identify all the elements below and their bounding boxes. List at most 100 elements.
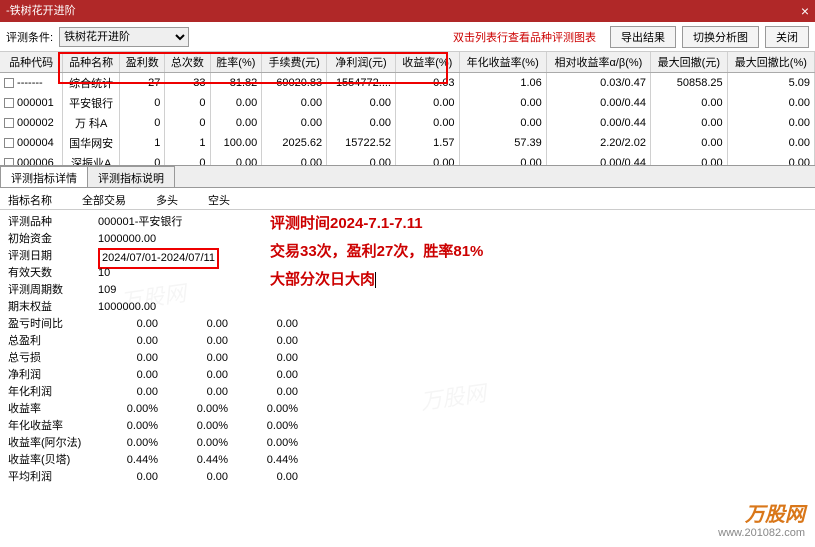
detail-label: 盈亏时间比 xyxy=(8,316,98,333)
titlebar: -铁树花开进阶 × xyxy=(0,0,815,22)
col-name[interactable]: 指标名称 xyxy=(8,192,52,205)
detail-row: 期末权益1000000.00 xyxy=(8,299,807,316)
detail-label: 平均利润 xyxy=(8,469,98,486)
switch-chart-button[interactable]: 切换分析图 xyxy=(682,26,759,48)
col-header[interactable]: 最大回撤(元) xyxy=(650,52,727,73)
col-long[interactable]: 多头 xyxy=(156,192,178,205)
watermark-url: www.201082.com xyxy=(718,527,805,539)
detail-value: 0.00 xyxy=(98,316,168,333)
tab-detail[interactable]: 评测指标详情 xyxy=(0,166,88,187)
close-icon[interactable]: × xyxy=(801,0,809,22)
detail-value: 0.00 xyxy=(168,350,238,367)
col-header[interactable]: 总次数 xyxy=(165,52,210,73)
detail-value: 0.00% xyxy=(238,435,308,452)
table-header-row: 品种代码品种名称盈利数总次数胜率(%)手续费(元)净利润(元)收益率(%)年化收… xyxy=(0,52,815,73)
detail-row: 收益率(阿尔法)0.00%0.00%0.00% xyxy=(8,435,807,452)
detail-value: 0.00 xyxy=(238,350,308,367)
detail-value: 0.00 xyxy=(168,384,238,401)
condition-label: 评测条件: xyxy=(6,29,53,45)
detail-value: 0.00 xyxy=(168,367,238,384)
detail-value: 0.00 xyxy=(98,384,168,401)
detail-label: 评测周期数 xyxy=(8,282,98,299)
detail-row: 年化收益率0.00%0.00%0.00% xyxy=(8,418,807,435)
detail-value: 0.00% xyxy=(238,401,308,418)
detail-row: 年化利润0.000.000.00 xyxy=(8,384,807,401)
detail-value: 0.00 xyxy=(238,367,308,384)
detail-value: 0.44% xyxy=(98,452,168,469)
detail-panel: 评测时间2024-7.1-7.11 交易33次，盈利27次，胜率81% 大部分次… xyxy=(0,210,815,490)
detail-value: 109 xyxy=(98,282,248,299)
detail-value: 0.00 xyxy=(98,333,168,350)
detail-value: 0.00% xyxy=(98,418,168,435)
detail-label: 期末权益 xyxy=(8,299,98,316)
detail-value: 0.00 xyxy=(168,333,238,350)
table-row[interactable]: 000006深振业A000.000.000.000.000.000.00/0.4… xyxy=(0,153,815,166)
annotation-text: 评测时间2024-7.1-7.11 交易33次，盈利27次，胜率81% 大部分次… xyxy=(270,210,483,294)
detail-value: 0.00 xyxy=(238,384,308,401)
col-header[interactable]: 胜率(%) xyxy=(210,52,262,73)
table-row[interactable]: -------综合统计273381.8269020.831554772....0… xyxy=(0,73,815,94)
col-header[interactable]: 手续费(元) xyxy=(262,52,327,73)
grid-area: 品种代码品种名称盈利数总次数胜率(%)手续费(元)净利润(元)收益率(%)年化收… xyxy=(0,52,815,166)
col-header[interactable]: 相对收益率α/β(%) xyxy=(546,52,650,73)
col-header[interactable]: 净利润(元) xyxy=(327,52,396,73)
window-title: -铁树花开进阶 xyxy=(6,0,76,22)
col-header[interactable]: 品种代码 xyxy=(0,52,63,73)
detail-value: 0.44% xyxy=(238,452,308,469)
detail-label: 评测品种 xyxy=(8,214,98,231)
detail-row: 平均利润0.000.000.00 xyxy=(8,469,807,486)
result-table: 品种代码品种名称盈利数总次数胜率(%)手续费(元)净利润(元)收益率(%)年化收… xyxy=(0,52,815,166)
detail-label: 净利润 xyxy=(8,367,98,384)
table-row[interactable]: 000004国华网安11100.002025.6215722.521.5757.… xyxy=(0,133,815,153)
col-header[interactable]: 年化收益率(%) xyxy=(459,52,546,73)
watermark-brand: 万股网 xyxy=(718,498,805,527)
detail-value: 000001-平安银行 xyxy=(98,214,248,231)
detail-value: 0.00 xyxy=(168,469,238,486)
detail-label: 年化收益率 xyxy=(8,418,98,435)
close-button[interactable]: 关闭 xyxy=(765,26,809,48)
col-header[interactable]: 盈利数 xyxy=(120,52,165,73)
detail-row: 总亏损0.000.000.00 xyxy=(8,350,807,367)
detail-value: 0.00 xyxy=(98,367,168,384)
detail-label: 收益率(阿尔法) xyxy=(8,435,98,452)
detail-value: 0.00% xyxy=(168,418,238,435)
detail-value: 0.00 xyxy=(238,316,308,333)
text-cursor xyxy=(375,272,376,288)
condition-select[interactable]: 铁树花开进阶 xyxy=(59,27,189,47)
detail-row: 收益率(贝塔)0.44%0.44%0.44% xyxy=(8,452,807,469)
detail-value: 0.00% xyxy=(98,401,168,418)
detail-value: 0.00 xyxy=(238,469,308,486)
detail-label: 收益率 xyxy=(8,401,98,418)
detail-value: 0.00 xyxy=(238,333,308,350)
table-row[interactable]: 000002万 科A000.000.000.000.000.000.00/0.4… xyxy=(0,113,815,133)
detail-value: 0.00 xyxy=(98,350,168,367)
col-all[interactable]: 全部交易 xyxy=(82,192,126,205)
detail-value: 0.00% xyxy=(98,435,168,452)
detail-label: 年化利润 xyxy=(8,384,98,401)
detail-row: 收益率0.00%0.00%0.00% xyxy=(8,401,807,418)
detail-label: 总亏损 xyxy=(8,350,98,367)
detail-value: 0.00% xyxy=(168,435,238,452)
detail-row: 盈亏时间比0.000.000.00 xyxy=(8,316,807,333)
tabs: 评测指标详情 评测指标说明 xyxy=(0,166,815,188)
hint-text: 双击列表行查看品种评测图表 xyxy=(453,29,596,45)
col-header[interactable]: 品种名称 xyxy=(63,52,120,73)
detail-value: 0.00 xyxy=(98,469,168,486)
toolbar: 评测条件: 铁树花开进阶 双击列表行查看品种评测图表 导出结果 切换分析图 关闭 xyxy=(0,22,815,52)
detail-subheader: 指标名称 全部交易 多头 空头 xyxy=(0,188,815,210)
detail-label: 有效天数 xyxy=(8,265,98,282)
table-row[interactable]: 000001平安银行000.000.000.000.000.000.00/0.4… xyxy=(0,93,815,113)
detail-value: 0.00 xyxy=(168,316,238,333)
col-header[interactable]: 收益率(%) xyxy=(396,52,460,73)
export-button[interactable]: 导出结果 xyxy=(610,26,676,48)
detail-row: 总盈利0.000.000.00 xyxy=(8,333,807,350)
detail-value: 0.44% xyxy=(168,452,238,469)
tab-explain[interactable]: 评测指标说明 xyxy=(87,166,175,187)
detail-label: 评测日期 xyxy=(8,248,98,265)
watermark: 万股网 www.201082.com xyxy=(718,498,805,539)
col-short[interactable]: 空头 xyxy=(208,192,230,205)
col-header[interactable]: 最大回撤比(%) xyxy=(727,52,814,73)
detail-value: 0.00% xyxy=(168,401,238,418)
detail-value: 1000000.00 xyxy=(98,231,248,248)
detail-value: 1000000.00 xyxy=(98,299,248,316)
